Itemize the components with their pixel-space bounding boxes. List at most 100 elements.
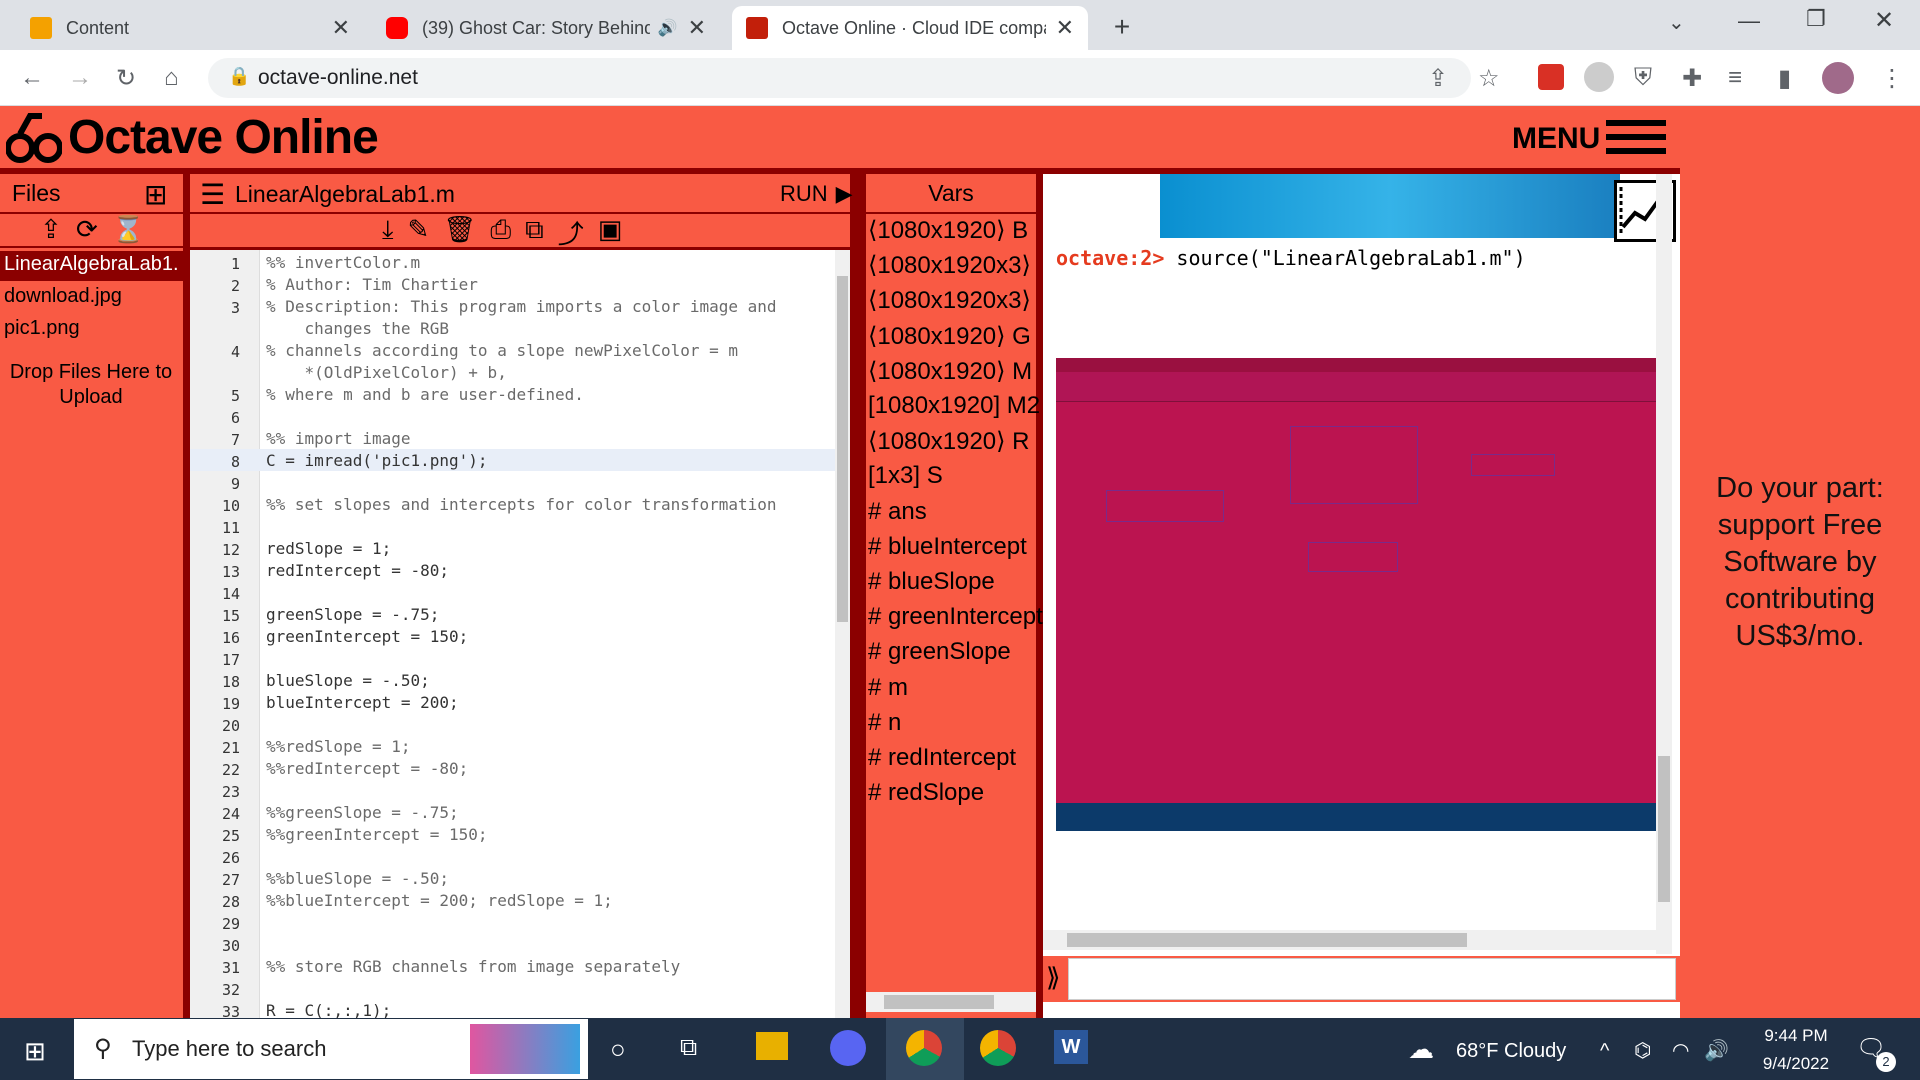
- trash-icon[interactable]: 🗑: [443, 214, 476, 251]
- var-item[interactable]: ⟨1080x1920⟩ B: [868, 216, 1028, 245]
- var-item[interactable]: # n: [868, 709, 901, 737]
- task-view-icon[interactable]: ⧉: [680, 1034, 697, 1062]
- var-item[interactable]: # redSlope: [868, 779, 984, 807]
- code-line[interactable]: %%blueSlope = -.50;: [266, 869, 449, 888]
- address-bar[interactable]: octave-online.net: [208, 58, 1471, 98]
- pane-divider[interactable]: [1036, 168, 1043, 1018]
- shield-icon[interactable]: ⛨: [1634, 64, 1652, 92]
- minimize-icon[interactable]: —: [1738, 8, 1760, 34]
- clock-time[interactable]: 9:44 PM: [1754, 1026, 1838, 1046]
- donate-text[interactable]: Do your part: support Free Software by c…: [1690, 470, 1910, 655]
- code-line[interactable]: redIntercept = -80;: [266, 561, 449, 580]
- network-icon[interactable]: ⌬: [1634, 1038, 1651, 1063]
- code-line[interactable]: *(OldPixelColor) + b,: [266, 363, 507, 382]
- hamburger-menu-icon[interactable]: [1606, 120, 1666, 156]
- tab-octave[interactable]: Octave Online · Cloud IDE compa ✕: [732, 6, 1088, 50]
- code-line[interactable]: %%greenSlope = -.75;: [266, 803, 459, 822]
- editor-menu-icon[interactable]: ☰: [200, 178, 225, 211]
- code-line[interactable]: blueSlope = -.50;: [266, 671, 430, 690]
- var-item[interactable]: # blueSlope: [868, 568, 995, 596]
- var-item[interactable]: # redIntercept: [868, 744, 1016, 772]
- close-tab-icon[interactable]: ✕: [688, 15, 706, 41]
- code-line[interactable]: C = imread('pic1.png');: [266, 451, 488, 470]
- code-line[interactable]: %%greenIntercept = 150;: [266, 825, 488, 844]
- file-item-pic1-png[interactable]: pic1.png: [0, 315, 183, 345]
- var-item[interactable]: # ans: [868, 498, 927, 526]
- code-line[interactable]: greenSlope = -.75;: [266, 605, 439, 624]
- close-tab-icon[interactable]: ✕: [332, 15, 350, 41]
- discord-icon[interactable]: [830, 1030, 866, 1066]
- octave-brand[interactable]: Octave Online: [68, 110, 379, 165]
- run-button[interactable]: RUN ▶: [780, 181, 853, 207]
- code-line[interactable]: redSlope = 1;: [266, 539, 391, 558]
- var-item[interactable]: ⟨1080x1920⟩ R: [868, 427, 1030, 456]
- close-window-icon[interactable]: ✕: [1874, 6, 1894, 35]
- code-line[interactable]: %%blueIntercept = 200; redSlope = 1;: [266, 891, 613, 910]
- file-item-linearalgebralab1[interactable]: LinearAlgebraLab1.: [0, 251, 183, 281]
- drop-zone[interactable]: Drop Files Here to Upload: [8, 360, 174, 410]
- code-line[interactable]: % Description: This program imports a co…: [266, 297, 777, 316]
- reload-icon[interactable]: ↻: [116, 64, 136, 93]
- console-scroll-thumb[interactable]: [1658, 756, 1670, 902]
- code-line[interactable]: % Author: Tim Chartier: [266, 275, 478, 294]
- code-line[interactable]: changes the RGB: [266, 319, 450, 338]
- pane-divider[interactable]: [183, 168, 190, 1018]
- code-line[interactable]: greenIntercept = 150;: [266, 627, 468, 646]
- var-item[interactable]: # greenSlope: [868, 638, 1011, 666]
- home-icon[interactable]: ⌂: [164, 64, 179, 92]
- lock-icon[interactable]: 🔒: [228, 66, 250, 87]
- code-line[interactable]: %% set slopes and intercepts for color t…: [266, 495, 777, 514]
- tab-youtube[interactable]: (39) Ghost Car: Story Behind 🔊 ✕: [372, 6, 720, 50]
- side-panel-icon[interactable]: ▮: [1778, 64, 1791, 93]
- clock-date[interactable]: 9/4/2022: [1748, 1054, 1844, 1074]
- code-line[interactable]: %% store RGB channels from image separat…: [266, 957, 680, 976]
- var-item[interactable]: ⟨1080x1920⟩ G: [868, 322, 1031, 351]
- octave-logo-icon[interactable]: [6, 110, 62, 164]
- cortana-icon[interactable]: ○: [610, 1034, 626, 1065]
- word-icon[interactable]: W: [1054, 1030, 1088, 1064]
- profile-avatar[interactable]: [1822, 62, 1854, 94]
- chrome-icon[interactable]: [906, 1030, 942, 1066]
- code-line[interactable]: blueIntercept = 200;: [266, 693, 459, 712]
- share-icon[interactable]: ⤴: [558, 214, 584, 251]
- print-icon[interactable]: ⎙: [490, 214, 511, 251]
- var-item[interactable]: # greenIntercept: [868, 603, 1043, 631]
- chrome-profile-icon[interactable]: [980, 1030, 1016, 1066]
- pdf-extension-icon[interactable]: [1538, 64, 1564, 90]
- media-control-icon[interactable]: ≡: [1728, 64, 1742, 92]
- file-explorer-icon[interactable]: [756, 1032, 788, 1060]
- volume-icon[interactable]: 🔊: [1704, 1038, 1729, 1063]
- cloud-weather-icon[interactable]: ☁: [1408, 1034, 1434, 1065]
- pencil-icon[interactable]: ✎: [408, 214, 430, 251]
- file-item-download-jpg[interactable]: download.jpg: [0, 283, 183, 313]
- extensions-puzzle-icon[interactable]: ✚: [1682, 64, 1702, 93]
- var-item[interactable]: ⟨1080x1920x3⟩: [868, 251, 1031, 280]
- code-line[interactable]: %%redIntercept = -80;: [266, 759, 468, 778]
- forward-icon[interactable]: →: [68, 64, 92, 92]
- var-item[interactable]: # m: [868, 674, 908, 702]
- weather-text[interactable]: 68°F Cloudy: [1456, 1040, 1566, 1063]
- tab-search-icon[interactable]: ⌄: [1668, 10, 1685, 35]
- close-tab-icon[interactable]: ✕: [1056, 15, 1074, 41]
- bookmark-star-icon[interactable]: ☆: [1478, 64, 1500, 93]
- extension-icon[interactable]: [1584, 62, 1614, 92]
- var-item[interactable]: ⟨1080x1920⟩ M: [868, 357, 1032, 386]
- browser-menu-icon[interactable]: ⋮: [1880, 64, 1904, 93]
- code-line[interactable]: %% invertColor.m: [266, 253, 420, 272]
- restore-icon[interactable]: ❐: [1806, 6, 1826, 32]
- refresh-icon[interactable]: ⟳: [76, 214, 98, 245]
- new-file-icon[interactable]: ⊞: [144, 178, 167, 211]
- vars-scroll-thumb[interactable]: [884, 995, 994, 1009]
- console-input[interactable]: [1068, 958, 1676, 1000]
- code-line[interactable]: % where m and b are user-defined.: [266, 385, 584, 404]
- var-item[interactable]: ⟨1080x1920x3⟩: [868, 286, 1031, 315]
- editor-scroll-thumb[interactable]: [837, 276, 848, 622]
- var-item[interactable]: [1x3] S: [868, 462, 943, 490]
- back-icon[interactable]: ←: [20, 64, 44, 92]
- console-hscroll-thumb[interactable]: [1067, 933, 1467, 947]
- hourglass-icon[interactable]: ⌛: [112, 214, 144, 245]
- copy-icon[interactable]: ⧉: [525, 214, 544, 251]
- share-icon[interactable]: ⇪: [1428, 64, 1448, 93]
- wifi-icon[interactable]: ◠: [1672, 1038, 1689, 1063]
- new-tab-button[interactable]: +: [1104, 10, 1140, 46]
